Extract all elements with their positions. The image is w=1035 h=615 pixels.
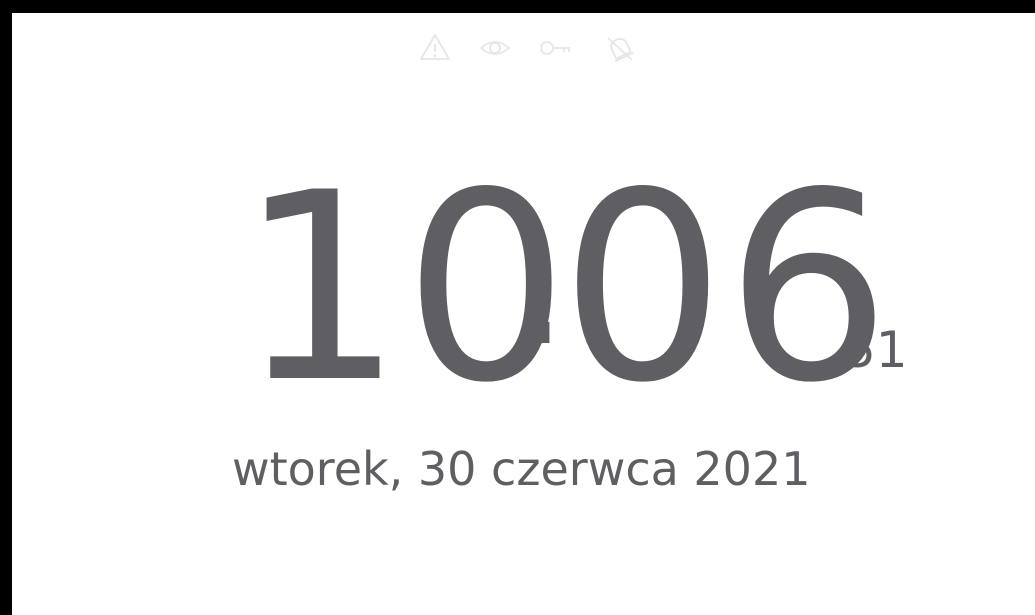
clock-display: 10 : 06 51 wtorek, 30 czerwca 2021 <box>12 13 1035 615</box>
clock-screen: 10 : 06 51 wtorek, 30 czerwca 2021 <box>12 13 1035 615</box>
clock-minutes: 06 <box>560 138 891 440</box>
clock-seconds: 51 <box>844 321 908 379</box>
clock-date: wtorek, 30 czerwca 2021 <box>232 442 810 496</box>
